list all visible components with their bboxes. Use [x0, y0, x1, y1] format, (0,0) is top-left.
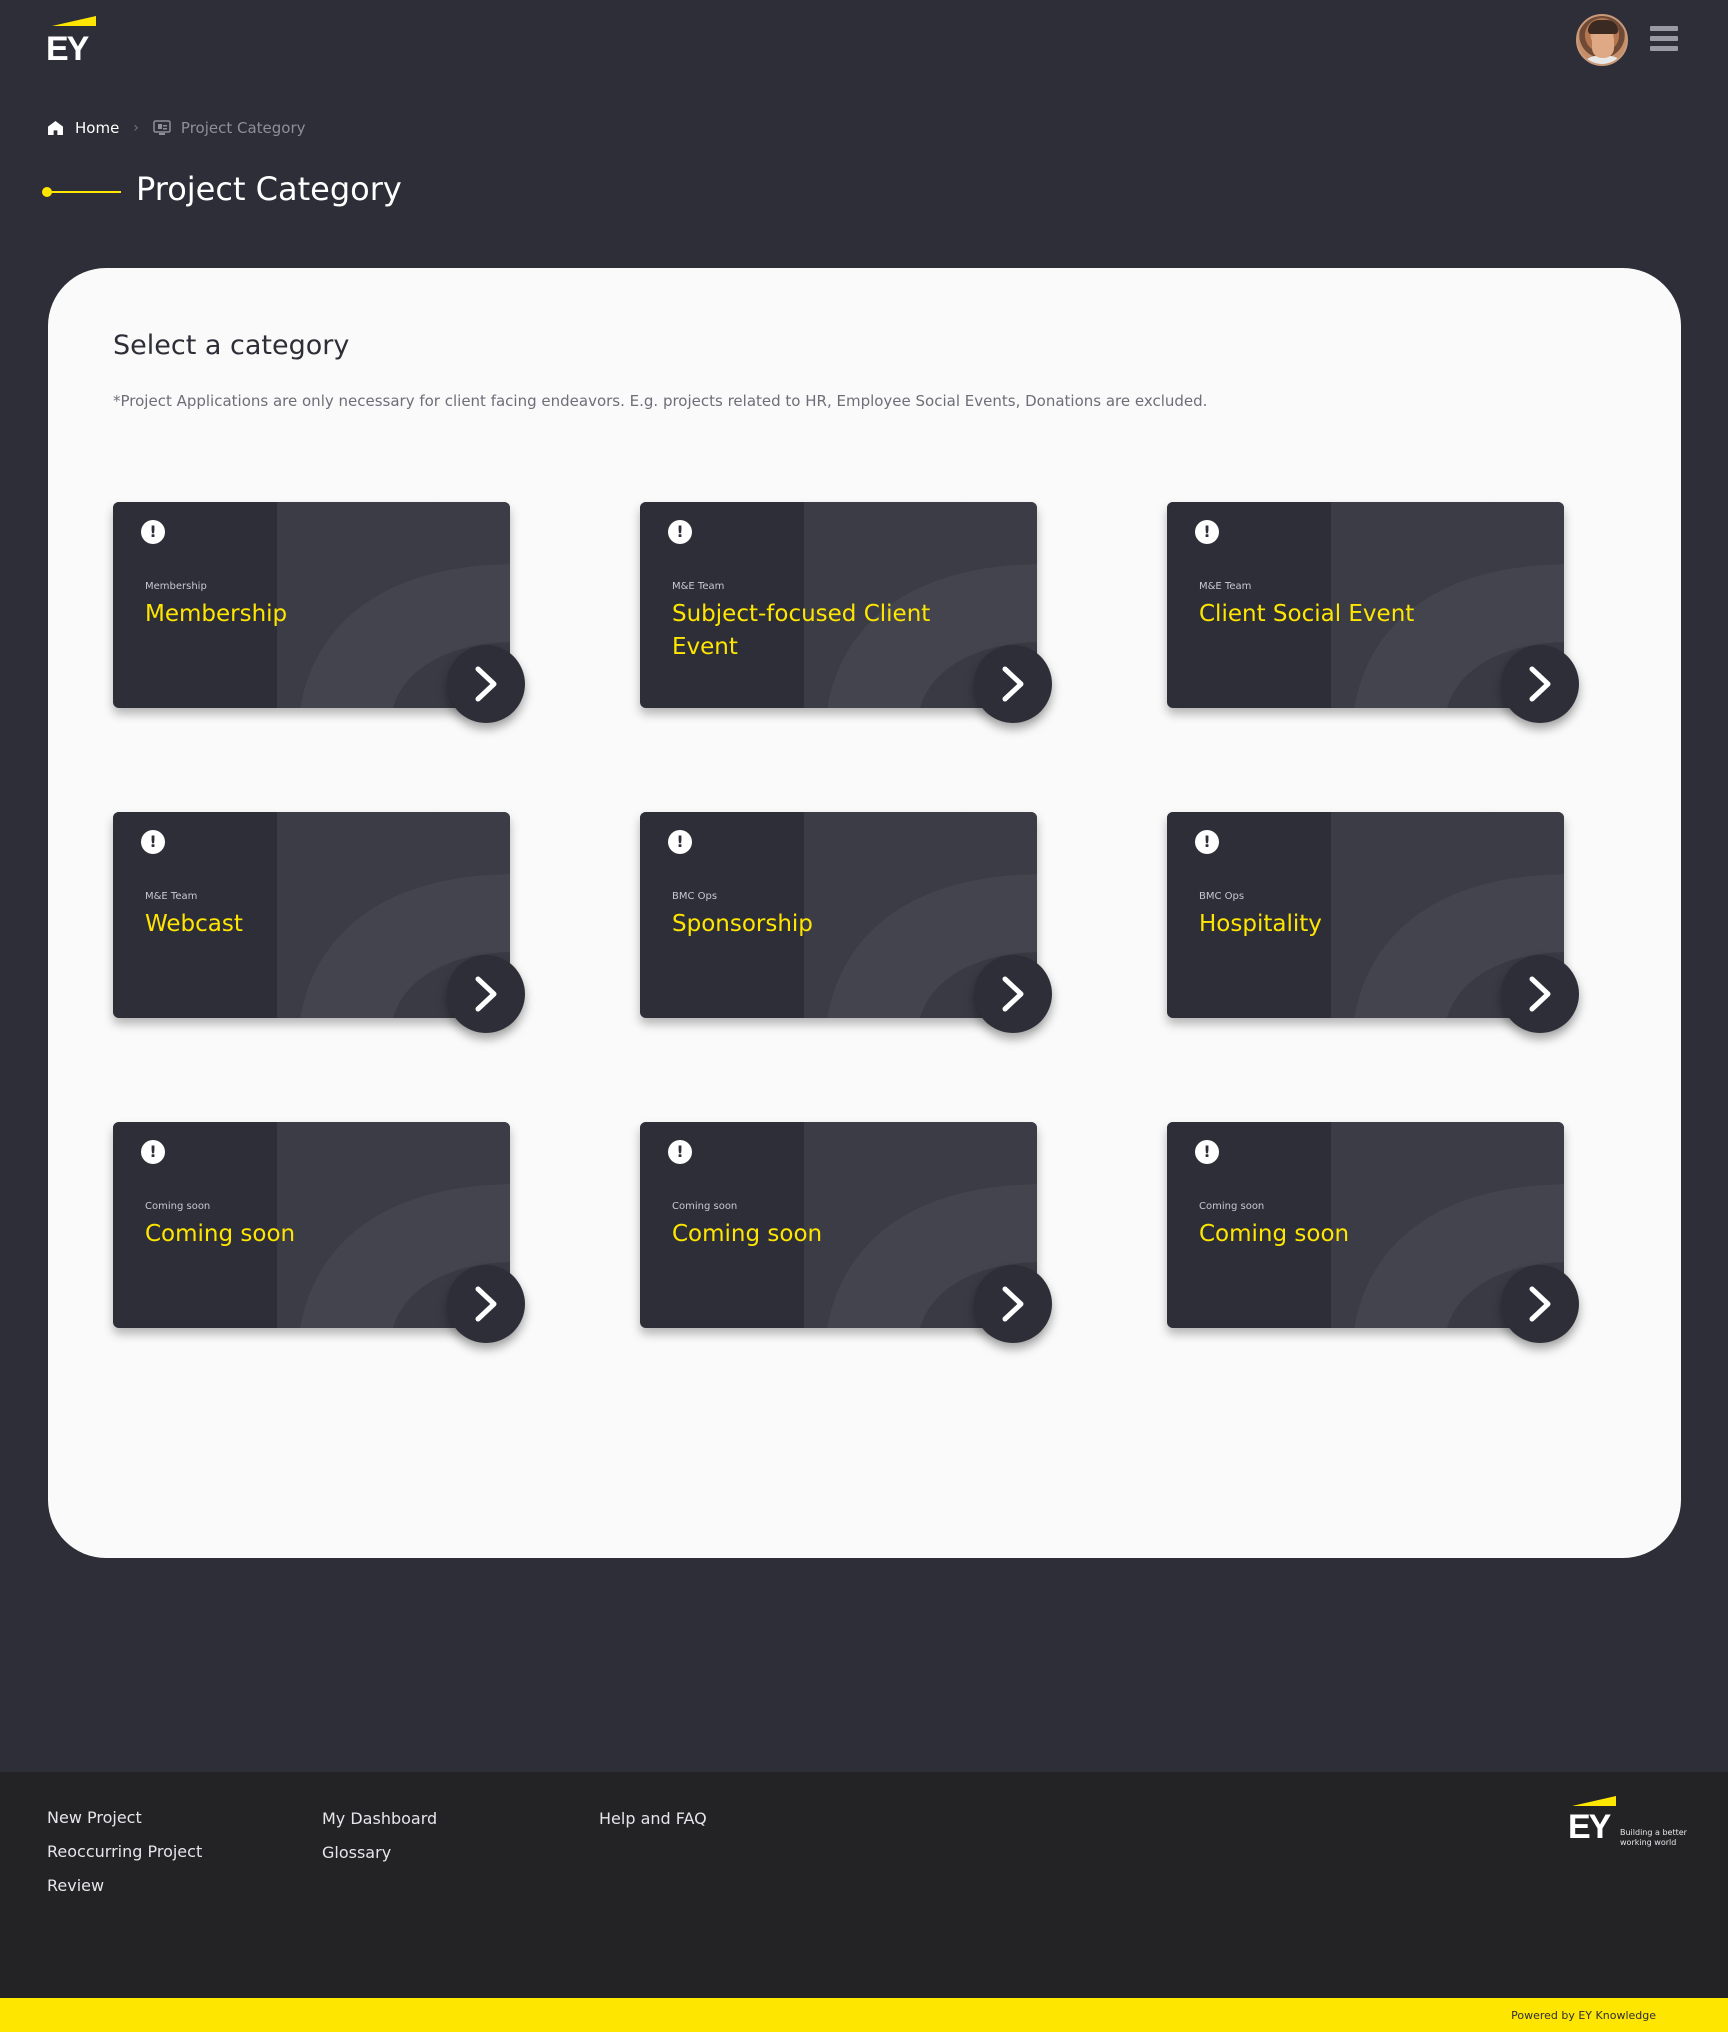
powered-by-bar: Powered by EY Knowledge: [0, 1998, 1728, 2032]
card-title: Hospitality: [1199, 911, 1322, 937]
ey-logo-text: EY: [46, 30, 89, 68]
card-arrow-button[interactable]: [974, 645, 1052, 723]
footer-ey-logo-text: EY: [1568, 1808, 1611, 1846]
page-title: Project Category: [136, 170, 402, 208]
card-arrow-button[interactable]: [1501, 1265, 1579, 1343]
hamburger-menu-icon[interactable]: [1650, 26, 1678, 52]
footer-link-review[interactable]: Review: [47, 1876, 104, 1895]
powered-by-text: Powered by EY Knowledge: [1511, 2009, 1656, 2022]
alert-icon: !: [1195, 830, 1219, 854]
footer-ey-logo: EY Building a better working world: [1568, 1796, 1688, 1852]
card-subtitle: M&E Team: [1199, 581, 1252, 592]
card-arrow-button[interactable]: [974, 1265, 1052, 1343]
card-arrow-button[interactable]: [447, 1265, 525, 1343]
panel-heading: Select a category: [113, 330, 350, 361]
footer-tagline: Building a better working world: [1620, 1828, 1687, 1847]
card-title: Coming soon: [672, 1221, 823, 1247]
card-title: Webcast: [145, 911, 243, 937]
chevron-right-icon: [475, 666, 497, 702]
card-subtitle: M&E Team: [145, 891, 198, 902]
card-arrow-button[interactable]: [1501, 645, 1579, 723]
footer-ey-logo-beam: [1572, 1796, 1616, 1806]
category-panel: Select a category *Project Applications …: [48, 268, 1681, 1558]
user-avatar[interactable]: [1576, 14, 1628, 66]
chevron-right-icon: [1002, 666, 1024, 702]
footer-link-new-project[interactable]: New Project: [47, 1808, 142, 1827]
card-arrow-button[interactable]: [447, 645, 525, 723]
chevron-right-icon: [1002, 1286, 1024, 1322]
card-title: Coming soon: [145, 1221, 296, 1247]
alert-icon: !: [1195, 1140, 1219, 1164]
alert-icon: !: [141, 1140, 165, 1164]
footer-link-glossary[interactable]: Glossary: [322, 1843, 391, 1862]
card-subtitle: Coming soon: [1199, 1201, 1265, 1212]
card-arrow-button[interactable]: [447, 955, 525, 1033]
category-icon: [153, 120, 171, 135]
card-title: Membership: [145, 601, 288, 627]
chevron-right-icon: [1002, 976, 1024, 1012]
breadcrumb-current: Project Category: [180, 119, 306, 137]
panel-note: *Project Applications are only necessary…: [113, 392, 1208, 410]
chevron-right-icon: [475, 1286, 497, 1322]
breadcrumb-separator: ›: [133, 120, 139, 136]
card-title: Subject-focused Client Event: [672, 601, 931, 660]
chevron-right-icon: [475, 976, 497, 1012]
alert-icon: !: [668, 830, 692, 854]
card-arrow-button[interactable]: [974, 955, 1052, 1033]
footer-link-my-dashboard[interactable]: My Dashboard: [322, 1809, 437, 1828]
footer: New Project Reoccurring Project Review M…: [0, 1772, 1728, 1998]
card-title: Client Social Event: [1199, 601, 1415, 627]
card-subtitle: Coming soon: [145, 1201, 211, 1212]
card-title: Sponsorship: [672, 911, 813, 937]
breadcrumb: Home › Project Category: [48, 116, 306, 140]
breadcrumb-home-link[interactable]: Home: [75, 119, 119, 137]
title-accent-line: [44, 191, 121, 193]
card-subtitle: Membership: [145, 581, 207, 592]
footer-link-reoccurring-project[interactable]: Reoccurring Project: [47, 1842, 202, 1861]
chevron-right-icon: [1529, 1286, 1551, 1322]
card-subtitle: Coming soon: [672, 1201, 738, 1212]
chevron-right-icon: [1529, 666, 1551, 702]
home-icon: [48, 121, 63, 135]
card-subtitle: M&E Team: [672, 581, 725, 592]
card-subtitle: BMC Ops: [1199, 891, 1245, 902]
alert-icon: !: [668, 520, 692, 544]
card-arrow-button[interactable]: [1501, 955, 1579, 1033]
chevron-right-icon: [1529, 976, 1551, 1012]
ey-logo-beam: [52, 16, 96, 26]
card-subtitle: BMC Ops: [672, 891, 718, 902]
alert-icon: !: [1195, 520, 1219, 544]
alert-icon: !: [141, 830, 165, 854]
alert-icon: !: [141, 520, 165, 544]
alert-icon: !: [668, 1140, 692, 1164]
footer-link-help-faq[interactable]: Help and FAQ: [599, 1809, 707, 1828]
card-title: Coming soon: [1199, 1221, 1350, 1247]
ey-logo[interactable]: EY: [46, 16, 96, 68]
title-accent-dot: [42, 187, 52, 197]
